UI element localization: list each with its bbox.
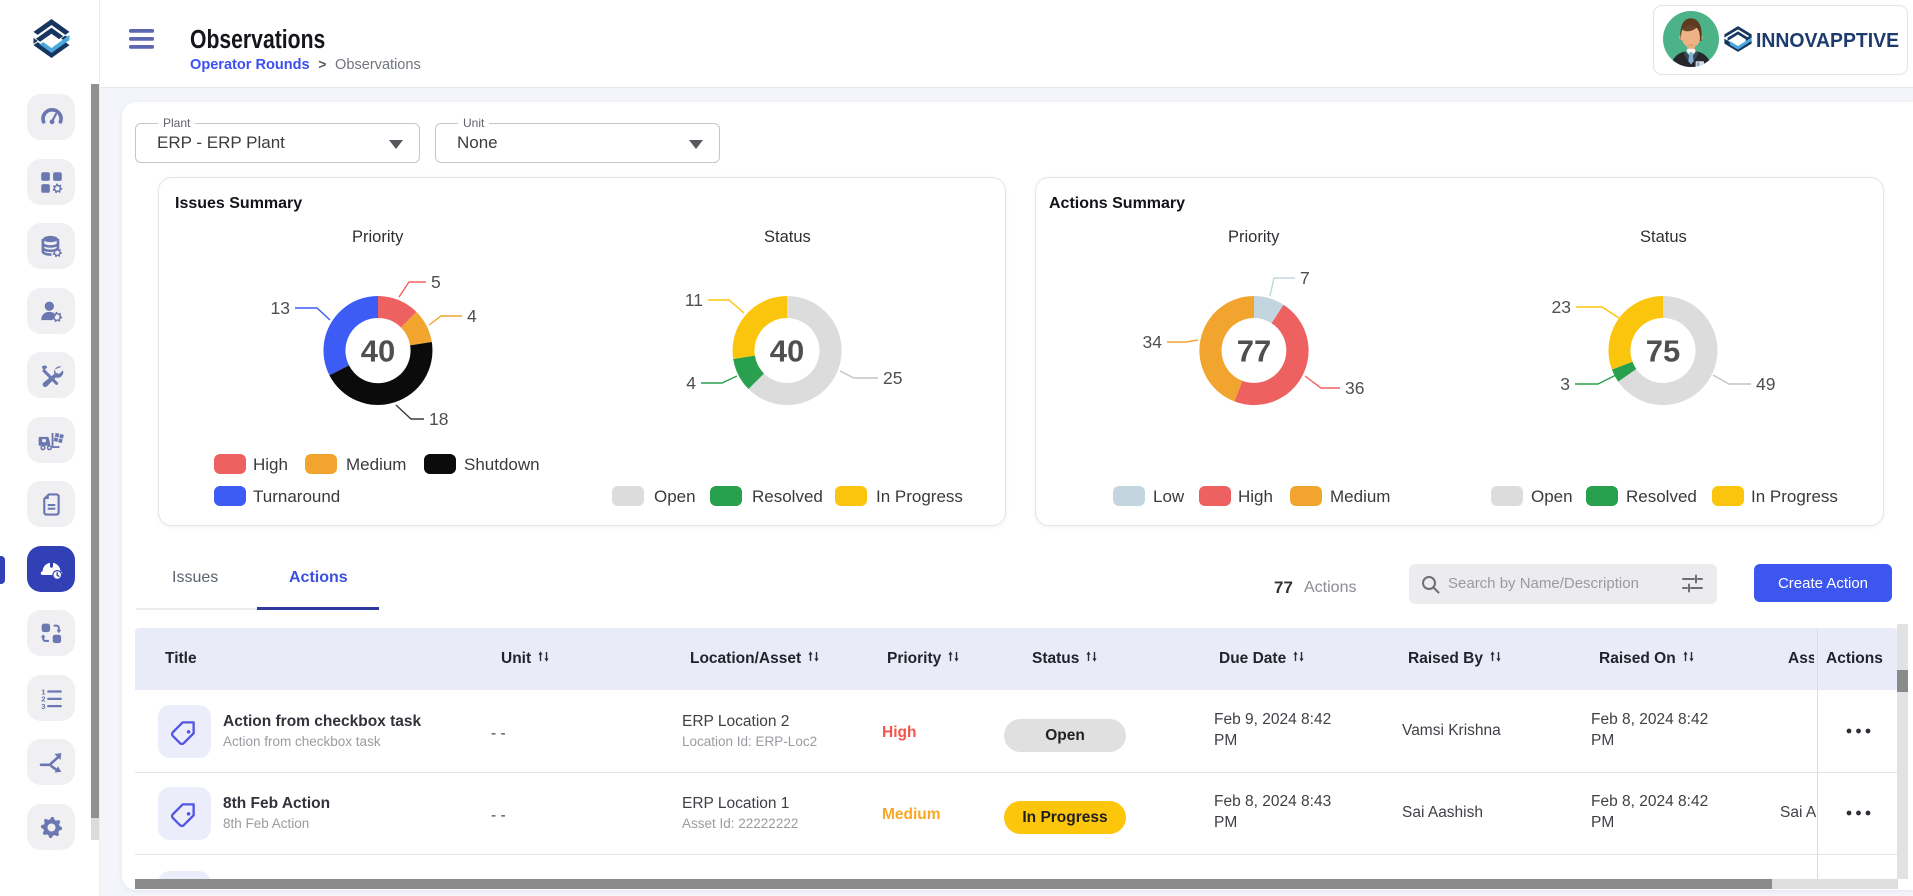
svg-text:3: 3 — [41, 701, 46, 710]
